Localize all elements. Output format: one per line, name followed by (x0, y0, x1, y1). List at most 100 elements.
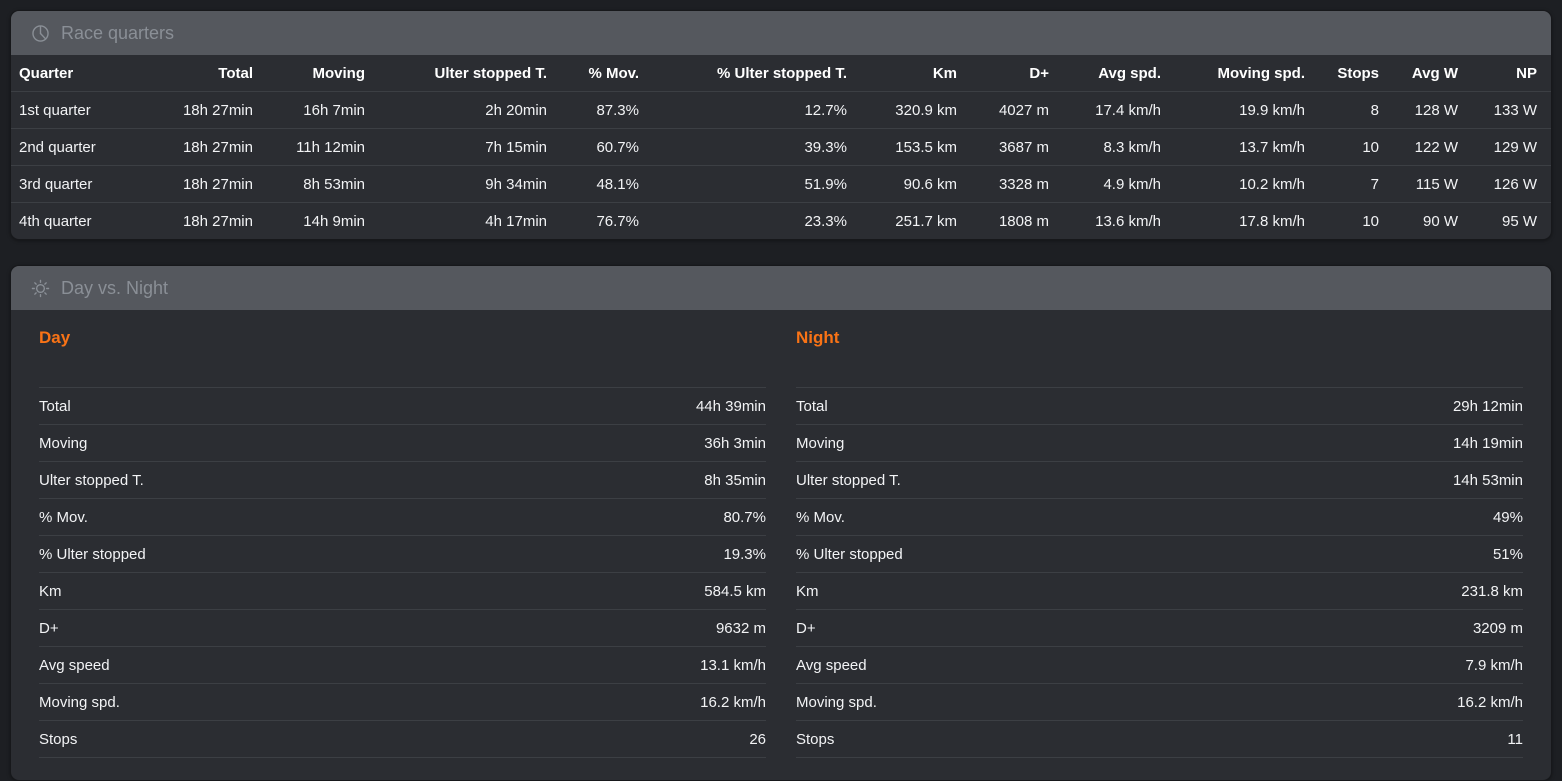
stat-row: D+ 3209 m (796, 610, 1523, 647)
table-cell: 16h 7min (256, 92, 368, 129)
table-cell: 3328 m (960, 166, 1052, 203)
race-quarters-header[interactable]: Race quarters (11, 11, 1551, 55)
stat-row: Moving 36h 3min (39, 425, 766, 462)
stat-value: 16.2 km/h (1457, 694, 1523, 711)
stat-value: 29h 12min (1453, 398, 1523, 415)
stat-row: Moving spd. 16.2 km/h (796, 684, 1523, 721)
table-cell: 90.6 km (850, 166, 960, 203)
table-row: 3rd quarter 18h 27min 8h 53min 9h 34min … (11, 166, 1551, 203)
table-cell: 128 W (1382, 92, 1461, 129)
stat-label: Moving spd. (796, 694, 877, 711)
stat-label: Moving (39, 435, 87, 452)
stat-label: Avg speed (796, 657, 867, 674)
stat-row: Stops 11 (796, 721, 1523, 758)
table-cell: 18h 27min (156, 92, 256, 129)
race-quarters-table: Quarter Total Moving Ulter stopped T. % … (11, 55, 1551, 239)
stat-label: D+ (796, 620, 816, 637)
stat-label: Ulter stopped T. (39, 472, 144, 489)
stat-value: 13.1 km/h (700, 657, 766, 674)
stat-label: Moving (796, 435, 844, 452)
stat-value: 231.8 km (1461, 583, 1523, 600)
table-cell: 9h 34min (368, 166, 550, 203)
table-header-row: Quarter Total Moving Ulter stopped T. % … (11, 55, 1551, 92)
table-cell: 95 W (1461, 203, 1551, 240)
column-header-km: Km (850, 55, 960, 92)
stat-row: Total 29h 12min (796, 388, 1523, 425)
table-cell: 19.9 km/h (1164, 92, 1308, 129)
stat-row: % Mov. 49% (796, 499, 1523, 536)
table-cell: 17.4 km/h (1052, 92, 1164, 129)
table-cell: 60.7% (550, 129, 642, 166)
table-cell: 48.1% (550, 166, 642, 203)
table-cell: 4th quarter (11, 203, 156, 240)
day-stat-list: Total 44h 39min Moving 36h 3min Ulter st… (39, 387, 766, 758)
table-cell: 23.3% (642, 203, 850, 240)
column-header-pct-ulter-stopped: % Ulter stopped T. (642, 55, 850, 92)
stat-row: Ulter stopped T. 8h 35min (39, 462, 766, 499)
table-cell: 76.7% (550, 203, 642, 240)
stat-row: Moving 14h 19min (796, 425, 1523, 462)
panel-title: Day vs. Night (61, 278, 168, 299)
stat-label: % Ulter stopped (796, 546, 903, 563)
table-cell: 2nd quarter (11, 129, 156, 166)
column-header-ulter-stopped: Ulter stopped T. (368, 55, 550, 92)
night-heading: Night (796, 326, 1523, 350)
stat-value: 19.3% (723, 546, 766, 563)
day-vs-night-header[interactable]: Day vs. Night (11, 266, 1551, 310)
column-header-quarter: Quarter (11, 55, 156, 92)
column-header-np: NP (1461, 55, 1551, 92)
stat-label: D+ (39, 620, 59, 637)
table-cell: 320.9 km (850, 92, 960, 129)
stat-value: 26 (749, 731, 766, 748)
stat-label: Km (796, 583, 819, 600)
table-cell: 13.6 km/h (1052, 203, 1164, 240)
stat-row: Moving spd. 16.2 km/h (39, 684, 766, 721)
table-cell: 13.7 km/h (1164, 129, 1308, 166)
table-cell: 4.9 km/h (1052, 166, 1164, 203)
stat-row: % Mov. 80.7% (39, 499, 766, 536)
table-cell: 8 (1308, 92, 1382, 129)
stat-row: Stops 26 (39, 721, 766, 758)
stat-value: 7.9 km/h (1465, 657, 1523, 674)
stat-row: D+ 9632 m (39, 610, 766, 647)
table-cell: 251.7 km (850, 203, 960, 240)
table-row: 1st quarter 18h 27min 16h 7min 2h 20min … (11, 92, 1551, 129)
stat-label: Km (39, 583, 62, 600)
stat-value: 14h 19min (1453, 435, 1523, 452)
column-header-avg-spd: Avg spd. (1052, 55, 1164, 92)
table-cell: 12.7% (642, 92, 850, 129)
column-header-moving: Moving (256, 55, 368, 92)
stat-label: % Ulter stopped (39, 546, 146, 563)
table-cell: 8.3 km/h (1052, 129, 1164, 166)
table-cell: 18h 27min (156, 166, 256, 203)
table-cell: 10.2 km/h (1164, 166, 1308, 203)
table-cell: 51.9% (642, 166, 850, 203)
stat-value: 16.2 km/h (700, 694, 766, 711)
table-row: 4th quarter 18h 27min 14h 9min 4h 17min … (11, 203, 1551, 240)
table-row: 2nd quarter 18h 27min 11h 12min 7h 15min… (11, 129, 1551, 166)
table-cell: 18h 27min (156, 203, 256, 240)
stat-row: % Ulter stopped 51% (796, 536, 1523, 573)
pie-chart-icon (30, 23, 51, 44)
column-header-moving-spd: Moving spd. (1164, 55, 1308, 92)
night-stat-list: Total 29h 12min Moving 14h 19min Ulter s… (796, 387, 1523, 758)
stat-label: Stops (796, 731, 834, 748)
table-cell: 1st quarter (11, 92, 156, 129)
table-cell: 153.5 km (850, 129, 960, 166)
stat-row: % Ulter stopped 19.3% (39, 536, 766, 573)
table-cell: 126 W (1461, 166, 1551, 203)
stat-label: Avg speed (39, 657, 110, 674)
table-cell: 11h 12min (256, 129, 368, 166)
table-cell: 39.3% (642, 129, 850, 166)
column-header-avg-w: Avg W (1382, 55, 1461, 92)
table-cell: 115 W (1382, 166, 1461, 203)
stat-value: 11 (1507, 731, 1523, 748)
day-heading: Day (39, 326, 766, 350)
table-cell: 18h 27min (156, 129, 256, 166)
stat-label: Total (39, 398, 71, 415)
stat-label: Stops (39, 731, 77, 748)
stat-value: 49% (1493, 509, 1523, 526)
race-quarters-panel: Race quarters Quarter Total Moving Ulter… (10, 10, 1552, 240)
table-cell: 129 W (1461, 129, 1551, 166)
table-cell: 87.3% (550, 92, 642, 129)
